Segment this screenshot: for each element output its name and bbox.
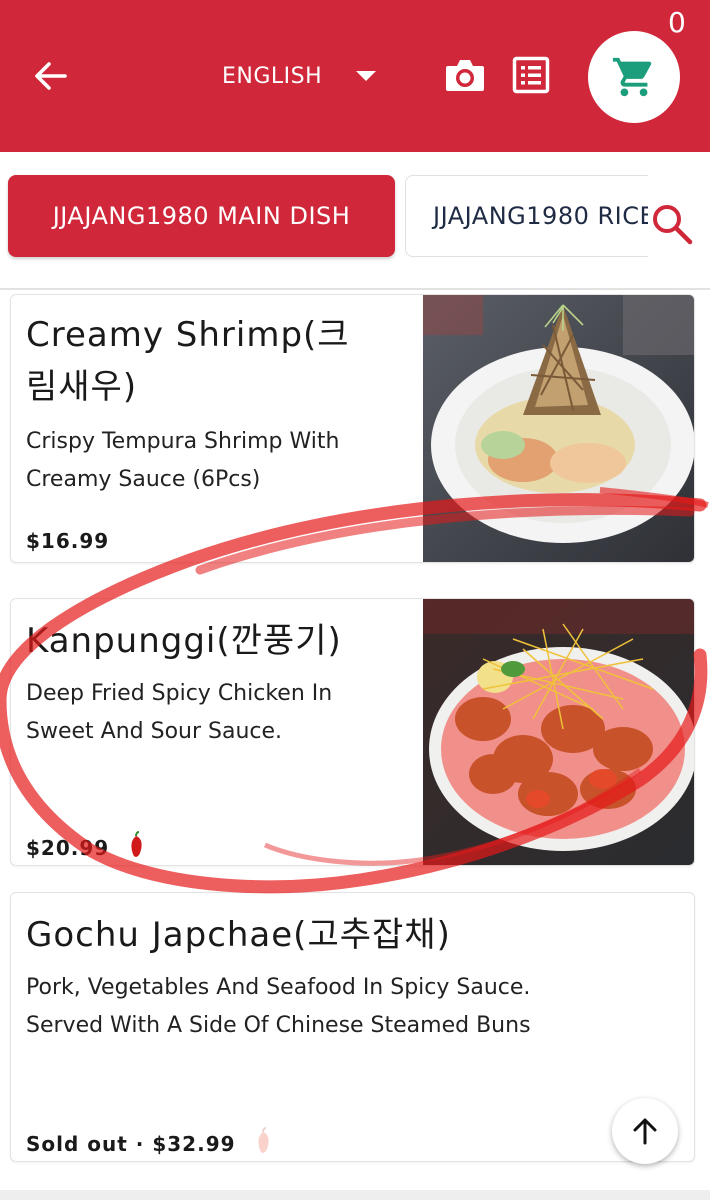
cart-button[interactable] bbox=[588, 31, 680, 123]
camera-icon bbox=[446, 60, 484, 91]
tab-main-dish[interactable]: JJAJANG1980 MAIN DISH bbox=[8, 175, 395, 257]
app-header: ENGLISH 0 bbox=[0, 0, 710, 152]
bottom-bar bbox=[0, 1190, 710, 1200]
search-button[interactable] bbox=[650, 202, 694, 246]
back-button[interactable] bbox=[28, 56, 72, 96]
back-arrow-icon bbox=[35, 62, 67, 90]
scroll-to-top-button[interactable] bbox=[612, 1098, 678, 1164]
menu-item-kanpunggi[interactable]: Kanpunggi(깐풍기) Deep Fried Spicy Chicken … bbox=[10, 598, 695, 866]
language-label: ENGLISH bbox=[222, 63, 323, 89]
item-photo bbox=[423, 599, 694, 865]
item-price: Sold out · $32.99 bbox=[26, 1131, 236, 1156]
cart-icon bbox=[612, 57, 652, 97]
arrow-up-icon bbox=[633, 1118, 657, 1145]
item-price: $16.99 bbox=[26, 529, 110, 553]
pepper-icon bbox=[127, 831, 145, 864]
tab-rice[interactable]: JJAJANG1980 RICE bbox=[405, 175, 648, 257]
item-title: Creamy Shrimp(크 림새우) bbox=[26, 315, 350, 407]
menu-list-button[interactable] bbox=[512, 56, 550, 94]
item-price: $20.99 bbox=[26, 835, 110, 860]
menu-item-creamy-shrimp[interactable]: Creamy Shrimp(크 림새우) Crispy Tempura Shri… bbox=[10, 294, 695, 563]
item-title: Gochu Japchae(고추잡채) bbox=[26, 915, 451, 955]
category-tabs: JJAJANG1980 MAIN DISH JJAJANG1980 RICE bbox=[0, 152, 710, 290]
item-description: Crispy Tempura Shrimp With Creamy Sauce … bbox=[26, 429, 340, 492]
camera-button[interactable] bbox=[444, 55, 486, 95]
language-selector[interactable]: ENGLISH bbox=[222, 58, 377, 94]
menu-item-gochu-japchae[interactable]: Gochu Japchae(고추잡채) Pork, Vegetables And… bbox=[10, 892, 695, 1162]
cart-count-badge: 0 bbox=[668, 6, 686, 39]
pepper-icon bbox=[254, 1127, 272, 1160]
search-icon bbox=[653, 205, 693, 245]
item-description: Deep Fried Spicy Chicken In Sweet And So… bbox=[26, 681, 333, 744]
item-photo bbox=[423, 295, 694, 562]
language-caret-icon bbox=[356, 71, 377, 81]
item-title: Kanpunggi(깐풍기) bbox=[26, 621, 342, 661]
list-icon bbox=[512, 56, 550, 94]
item-description: Pork, Vegetables And Seafood In Spicy Sa… bbox=[26, 975, 531, 1038]
